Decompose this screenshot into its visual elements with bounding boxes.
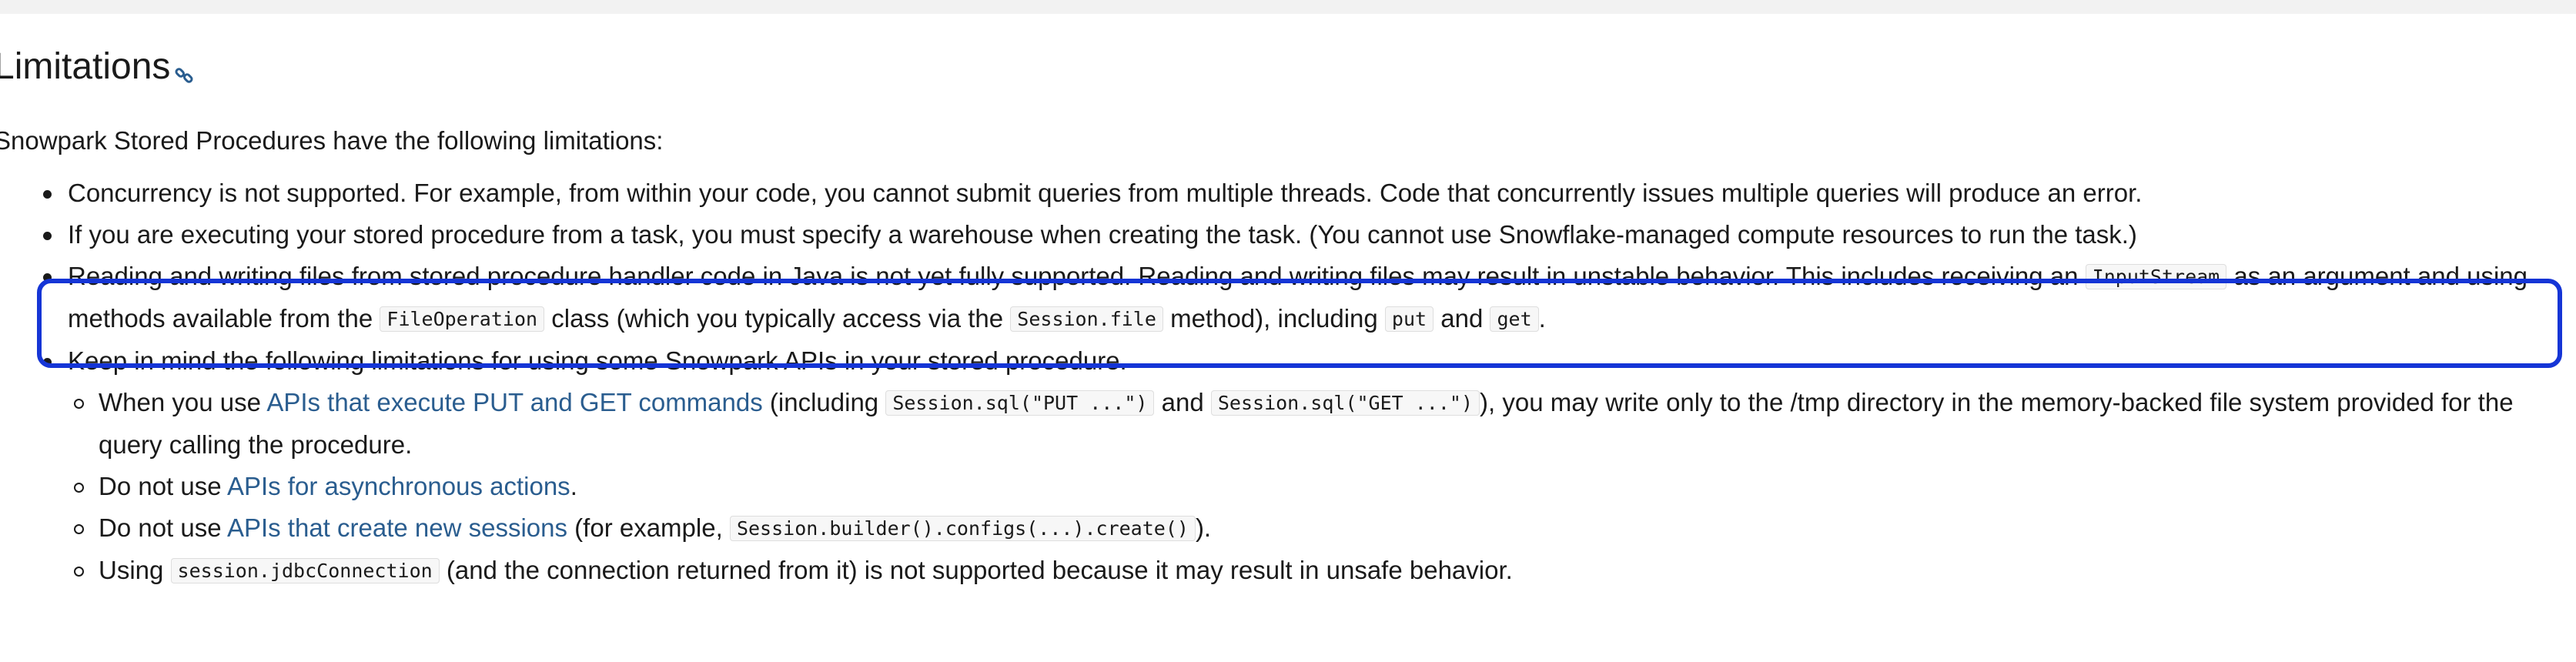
item-text: Do not use [99,471,227,500]
list-item-snowpark-apis: Keep in mind the following limitations f… [0,340,2565,592]
code-session-builder: Session.builder().configs(...).create() [729,515,1196,541]
heading-text: Limitations [0,46,171,87]
item-text: method), including [1163,303,1385,333]
item-text: class (which you typically access via th… [544,303,1011,333]
code-get: get [1490,306,1539,332]
item-text: and [1434,303,1490,333]
top-band [0,0,2576,14]
sub-list-item: When you use APIs that execute PUT and G… [0,382,2565,466]
limitations-list: Concurrency is not supported. For exampl… [0,172,2565,592]
item-text: Do not use [99,513,227,542]
item-text: ). [1195,513,1212,542]
sub-list-item: Using session.jdbcConnection (and the co… [0,550,2565,592]
intro-paragraph: Snowpark Stored Procedures have the foll… [0,125,664,155]
sub-list: When you use APIs that execute PUT and G… [68,382,2565,592]
item-text: . [570,471,577,500]
link-new-session-apis[interactable]: APIs that create new sessions [227,513,567,542]
code-sql-get: Session.sql("GET ...") [1210,390,1480,416]
item-text: . [1538,303,1546,333]
code-jdbc-connection: session.jdbcConnection [170,557,440,583]
link-put-get-apis[interactable]: APIs that execute PUT and GET commands [266,388,762,416]
item-text: When you use [99,387,267,416]
list-item-file-io: Reading and writing files from stored pr… [0,256,2565,340]
link-async-apis[interactable]: APIs for asynchronous actions [227,472,570,500]
sub-list-item: Do not use APIs that create new sessions… [0,507,2565,550]
section-heading: Limitations [0,45,2565,89]
code-sql-put: Session.sql("PUT ...") [885,390,1155,416]
code-session-file: Session.file [1010,306,1163,332]
item-text: and [1154,387,1211,416]
code-fileoperation: FileOperation [380,306,545,332]
list-item: If you are executing your stored procedu… [0,214,2565,256]
limitations-section: Limitations Snowpark Stored Procedures h… [0,45,2565,592]
code-inputstream: InputStream [2085,263,2227,289]
item-text: Keep in mind the following limitations f… [68,346,1127,375]
list-item: Concurrency is not supported. For exampl… [0,172,2565,214]
item-text: (for example, [567,513,730,542]
item-text: Reading and writing files from stored pr… [68,261,2086,290]
item-text: (and the connection returned from it) is… [439,555,1513,584]
link-icon[interactable] [173,65,195,86]
item-text: Using [99,555,171,584]
sub-list-item: Do not use APIs for asynchronous actions… [0,466,2565,507]
item-text: (including [762,387,886,416]
code-put: put [1384,306,1434,332]
